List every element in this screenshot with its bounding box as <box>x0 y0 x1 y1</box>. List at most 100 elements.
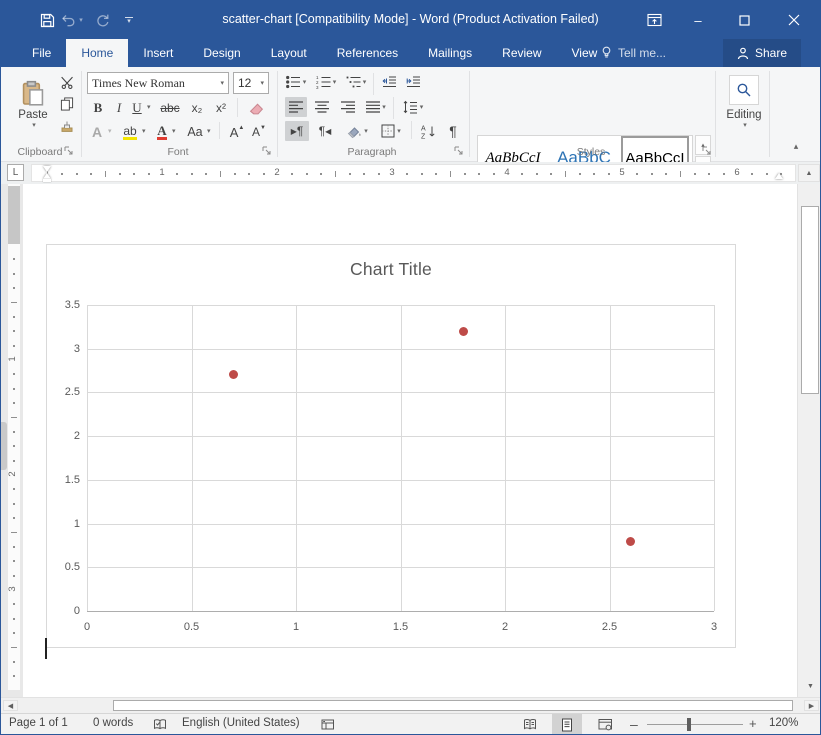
change-case-button[interactable]: Aa <box>184 122 206 142</box>
left-indent-marker[interactable] <box>43 179 51 182</box>
sort-icon[interactable]: AZ <box>417 121 439 141</box>
change-case-dropdown-icon[interactable]: ▾ <box>207 127 211 135</box>
tab-design[interactable]: Design <box>188 39 255 67</box>
underline-dropdown-icon[interactable]: ▾ <box>147 103 151 111</box>
scatter-point[interactable] <box>626 537 635 546</box>
scatter-point[interactable] <box>459 327 468 336</box>
vertical-scrollbar-thumb[interactable] <box>801 206 819 394</box>
horizontal-scrollbar[interactable]: ◀ ▶ <box>1 697 820 713</box>
superscript-button[interactable]: x² <box>211 98 231 118</box>
editing-button[interactable]: Editing ▾ <box>725 71 763 133</box>
align-center-button[interactable] <box>311 97 333 117</box>
align-right-button[interactable] <box>337 97 359 117</box>
y-axis-tick-label: 2 <box>50 430 80 442</box>
zoom-slider-thumb[interactable] <box>687 718 691 731</box>
tab-file[interactable]: File <box>17 39 66 67</box>
close-button[interactable] <box>777 7 811 33</box>
scroll-left-icon[interactable]: ◀ <box>3 700 18 711</box>
read-mode-icon[interactable] <box>515 714 545 735</box>
font-name-value: Times New Roman <box>92 76 185 91</box>
clear-formatting-icon[interactable] <box>245 96 269 118</box>
vertical-ruler[interactable]: 123 <box>8 184 20 690</box>
tab-mailings[interactable]: Mailings <box>413 39 487 67</box>
collapse-ribbon-icon[interactable]: ▴ <box>787 139 805 153</box>
highlight-color-button[interactable]: ab <box>119 122 141 142</box>
numbering-icon[interactable]: 1 2 3 ▾ <box>315 73 337 91</box>
horizontal-ruler[interactable]: 123456 <box>31 164 796 182</box>
macro-recording-icon[interactable] <box>321 718 335 731</box>
page-indicator[interactable]: Page 1 of 1 <box>9 717 68 729</box>
minimize-button[interactable]: – <box>681 7 715 33</box>
shrink-font-button[interactable]: A▼ <box>249 122 269 142</box>
right-indent-marker[interactable] <box>775 173 783 179</box>
font-size-combobox[interactable]: 12 ▾ <box>233 72 269 94</box>
scroll-up-icon[interactable]: ▲ <box>798 164 820 182</box>
paste-button[interactable]: Paste ▾ <box>11 71 55 137</box>
word-count[interactable]: 0 words <box>93 717 133 729</box>
underline-button[interactable]: U <box>129 98 145 118</box>
format-painter-icon[interactable] <box>57 117 77 135</box>
font-color-button[interactable]: A <box>153 122 171 142</box>
justify-button[interactable]: ▾ <box>363 97 389 117</box>
bullets-icon[interactable]: ▾ <box>285 73 307 91</box>
zoom-in-button[interactable]: + <box>749 716 757 731</box>
tell-me-box[interactable]: Tell me... <box>601 39 666 67</box>
vertical-scrollbar[interactable]: ▼ <box>797 184 821 697</box>
grow-font-button[interactable]: A▲ <box>227 122 247 142</box>
font-color-dropdown-icon[interactable]: ▾ <box>172 127 176 135</box>
align-left-button[interactable] <box>285 97 307 117</box>
rtl-text-direction-button[interactable]: ¶◀ <box>313 121 337 141</box>
maximize-button[interactable] <box>727 7 761 33</box>
bold-button[interactable]: B <box>89 98 107 118</box>
text-effects-dropdown-icon[interactable]: ▾ <box>108 127 112 135</box>
zoom-out-button[interactable]: – <box>630 716 638 732</box>
borders-icon[interactable]: ▾ <box>377 121 405 141</box>
increase-indent-icon[interactable] <box>403 73 423 91</box>
scroll-down-icon[interactable]: ▼ <box>800 678 821 695</box>
subscript-button[interactable]: x₂ <box>187 98 207 118</box>
proofing-icon[interactable] <box>153 718 167 731</box>
font-dialog-launcher-icon[interactable] <box>261 145 273 157</box>
tab-insert[interactable]: Insert <box>128 39 188 67</box>
print-layout-icon[interactable] <box>552 714 582 735</box>
first-line-indent-marker[interactable] <box>43 166 51 172</box>
web-layout-icon[interactable] <box>590 714 620 735</box>
horizontal-scrollbar-thumb[interactable] <box>113 700 793 711</box>
language-indicator[interactable]: English (United States) <box>182 717 300 729</box>
tab-layout[interactable]: Layout <box>256 39 322 67</box>
cut-icon[interactable] <box>57 73 77 91</box>
show-paragraph-marks-button[interactable]: ¶ <box>443 121 463 141</box>
share-label: Share <box>755 46 787 60</box>
tab-references[interactable]: References <box>322 39 413 67</box>
ltr-text-direction-button[interactable]: ▶¶ <box>285 121 309 141</box>
styles-dialog-launcher-icon[interactable] <box>701 145 713 157</box>
ruler-tick <box>435 173 437 175</box>
y-axis-tick-label: 1 <box>50 518 80 530</box>
strikethrough-button[interactable]: abc <box>157 98 183 118</box>
font-name-combobox[interactable]: Times New Roman ▾ <box>87 72 229 94</box>
ruler-tick <box>478 173 480 175</box>
highlight-dropdown-icon[interactable]: ▾ <box>142 127 146 135</box>
embedded-scatter-chart[interactable]: Chart Title 00.511.522.5300.511.522.533.… <box>46 244 736 648</box>
chart-title[interactable]: Chart Title <box>47 259 735 280</box>
font-size-dropdown-icon: ▾ <box>260 79 264 87</box>
multilevel-list-icon[interactable]: ▾ <box>345 73 367 91</box>
scroll-right-icon[interactable]: ▶ <box>804 700 819 711</box>
zoom-level[interactable]: 120% <box>769 717 798 729</box>
scatter-point[interactable] <box>229 370 238 379</box>
line-spacing-icon[interactable]: ▾ <box>399 97 427 117</box>
italic-button[interactable]: I <box>111 98 127 118</box>
ribbon-display-options-icon[interactable] <box>637 7 671 33</box>
zoom-slider-track[interactable] <box>647 724 743 725</box>
shading-icon[interactable]: ▾ <box>343 121 371 141</box>
tab-review[interactable]: Review <box>487 39 556 67</box>
clipboard-dialog-launcher-icon[interactable] <box>63 145 75 157</box>
tab-home[interactable]: Home <box>66 39 128 67</box>
decrease-indent-icon[interactable] <box>379 73 399 91</box>
document-page[interactable]: Chart Title 00.511.522.5300.511.522.533.… <box>23 184 797 697</box>
share-button[interactable]: Share <box>723 39 801 67</box>
tab-selector[interactable]: L <box>7 164 24 181</box>
paragraph-dialog-launcher-icon[interactable] <box>453 145 465 157</box>
copy-icon[interactable] <box>57 95 77 113</box>
text-effects-button[interactable]: A <box>87 122 107 142</box>
